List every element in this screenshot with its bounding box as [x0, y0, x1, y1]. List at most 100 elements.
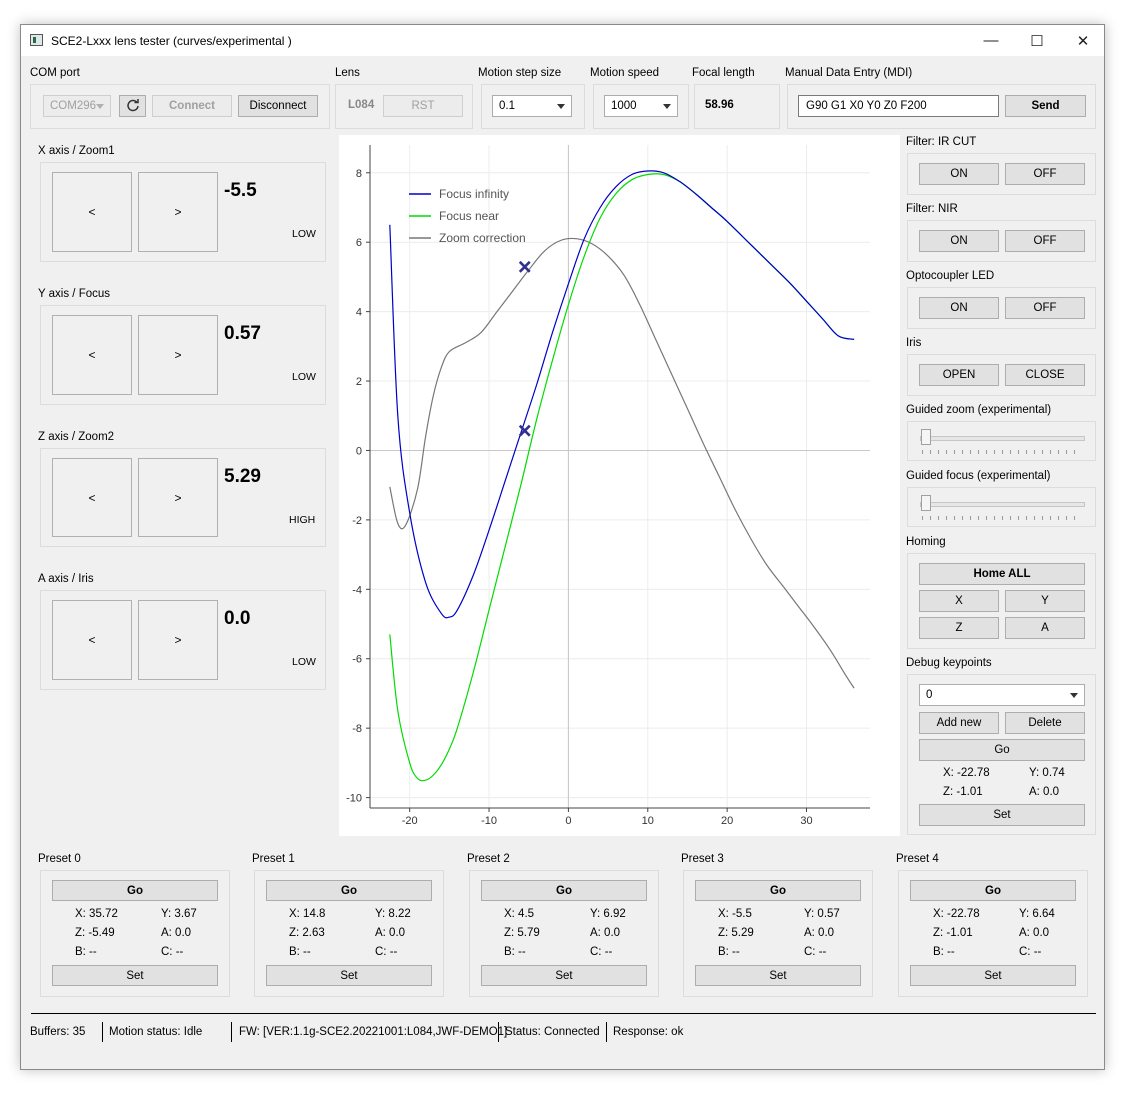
preset-set-button[interactable]: Set [481, 965, 647, 986]
com-port-select[interactable]: COM296 [43, 95, 111, 117]
x-tick-label: -20 [402, 815, 418, 827]
axis-y-label: Y axis / Focus [38, 288, 111, 300]
lens-label: Lens [335, 67, 360, 79]
chevron-down-icon [663, 104, 671, 109]
debug-delete-button[interactable]: Delete [1005, 712, 1085, 734]
mdi-input[interactable]: G90 G1 X0 Y0 Z0 F200 [798, 95, 999, 117]
preset-go-button[interactable]: Go [52, 880, 218, 901]
guided-focus-label: Guided focus (experimental) [906, 470, 1051, 482]
preset-c-value: C: -- [161, 946, 184, 958]
axis-a-increase-button[interactable]: > [138, 600, 218, 680]
lens-rst-button[interactable]: RST [383, 95, 463, 117]
position-marker-0 [518, 260, 531, 273]
preset-y-value: Y: 3.67 [161, 908, 197, 920]
guided-zoom-track[interactable] [920, 436, 1085, 441]
iris-close-button[interactable]: CLOSE [1005, 364, 1085, 386]
axis-y-decrease-button[interactable]: < [52, 315, 132, 395]
minimize-button[interactable]: — [968, 25, 1014, 56]
guided-focus-slider-handle[interactable] [921, 495, 931, 511]
close-button[interactable]: ✕ [1060, 25, 1106, 56]
title-bar: SCE2-Lxxx lens tester (curves/experiment… [21, 25, 1104, 56]
ircut-off-button[interactable]: OFF [1005, 163, 1085, 185]
refresh-button[interactable] [119, 95, 146, 117]
home-a-button[interactable]: A [1005, 617, 1085, 639]
motion-speed-select[interactable]: 1000 [604, 95, 678, 117]
home-z-button[interactable]: Z [919, 617, 999, 639]
app-icon [30, 34, 43, 46]
status-motion: Motion status: Idle [109, 1026, 203, 1038]
axis-x-decrease-button[interactable]: < [52, 172, 132, 252]
disconnect-button[interactable]: Disconnect [238, 95, 318, 117]
com-port-group: COM296 Connect Disconnect [30, 84, 330, 129]
debug-keypoint-value: 0 [926, 689, 933, 701]
preset-set-button[interactable]: Set [52, 965, 218, 986]
axis-z-value: 5.29 [224, 466, 261, 487]
connect-button[interactable]: Connect [152, 95, 232, 117]
debug-y-value: Y: 0.74 [1029, 767, 1065, 779]
preset-x-value: X: -5.5 [718, 908, 752, 920]
y-tick-label: -8 [352, 723, 362, 735]
status-separator [498, 1022, 499, 1042]
axis-z-level: HIGH [289, 514, 316, 526]
debug-keypoint-select[interactable]: 0 [919, 684, 1085, 706]
preset-y-value: Y: 8.22 [375, 908, 411, 920]
preset-4-group: Go X: -22.78 Y: 6.64 Z: -1.01 A: 0.0 B: -- C: … [898, 870, 1088, 997]
ircut-on-button[interactable]: ON [919, 163, 999, 185]
preset-c-value: C: -- [375, 946, 398, 958]
guided-zoom-ticks [922, 450, 1075, 454]
x-tick-label: 20 [721, 815, 733, 827]
series-line-1 [389, 173, 855, 782]
nir-on-button[interactable]: ON [919, 230, 999, 252]
status-separator [606, 1022, 607, 1042]
preset-set-button[interactable]: Set [266, 965, 432, 986]
guided-focus-track[interactable] [920, 502, 1085, 507]
opto-off-button[interactable]: OFF [1005, 297, 1085, 319]
axis-z-increase-button[interactable]: > [138, 458, 218, 537]
preset-set-button[interactable]: Set [695, 965, 861, 986]
preset-a-value: A: 0.0 [375, 927, 406, 939]
preset-z-value: Z: 5.79 [504, 927, 540, 939]
axis-y-increase-button[interactable]: > [138, 315, 218, 395]
home-y-button[interactable]: Y [1005, 590, 1085, 612]
preset-set-button[interactable]: Set [910, 965, 1076, 986]
preset-3-label: Preset 3 [681, 853, 724, 865]
axis-z-decrease-button[interactable]: < [52, 458, 132, 537]
preset-a-value: A: 0.0 [804, 927, 835, 939]
maximize-button[interactable]: ☐ [1014, 25, 1060, 56]
preset-3-group: Go X: -5.5 Y: 0.57 Z: 5.29 A: 0.0 B: -- C: -- S… [683, 870, 873, 997]
preset-go-button[interactable]: Go [695, 880, 861, 901]
nir-off-button[interactable]: OFF [1005, 230, 1085, 252]
home-all-button[interactable]: Home ALL [919, 563, 1085, 585]
guided-zoom-group [907, 421, 1096, 461]
chevron-down-icon [557, 104, 565, 109]
preset-b-value: B: -- [75, 946, 97, 958]
preset-go-button[interactable]: Go [910, 880, 1076, 901]
debug-go-button[interactable]: Go [919, 739, 1085, 761]
lens-group: L084 RST [335, 84, 473, 129]
iris-open-button[interactable]: OPEN [919, 364, 999, 386]
x-tick-label: 30 [800, 815, 812, 827]
preset-a-value: A: 0.0 [161, 927, 192, 939]
debug-z-value: Z: -1.01 [943, 786, 983, 798]
opto-group: ON OFF [907, 287, 1096, 329]
opto-on-button[interactable]: ON [919, 297, 999, 319]
home-x-button[interactable]: X [919, 590, 999, 612]
preset-z-value: Z: -5.49 [75, 927, 115, 939]
preset-go-button[interactable]: Go [266, 880, 432, 901]
com-port-value: COM296 [50, 100, 97, 112]
axis-x-increase-button[interactable]: > [138, 172, 218, 252]
debug-add-button[interactable]: Add new [919, 712, 999, 734]
iris-group: OPEN CLOSE [907, 354, 1096, 396]
preset-go-button[interactable]: Go [481, 880, 647, 901]
step-size-select[interactable]: 0.1 [492, 95, 572, 117]
homing-group: Home ALL X Y Z A [907, 553, 1096, 649]
axis-a-decrease-button[interactable]: < [52, 600, 132, 680]
debug-set-button[interactable]: Set [919, 804, 1085, 826]
guided-zoom-slider-handle[interactable] [921, 429, 931, 445]
preset-b-value: B: -- [718, 946, 740, 958]
preset-x-value: X: -22.78 [933, 908, 980, 920]
step-size-group: 0.1 [481, 84, 585, 129]
send-button[interactable]: Send [1005, 95, 1086, 117]
focal-length-label: Focal length [692, 67, 755, 79]
preset-0-group: Go X: 35.72 Y: 3.67 Z: -5.49 A: 0.0 B: -- C: -… [40, 870, 230, 997]
